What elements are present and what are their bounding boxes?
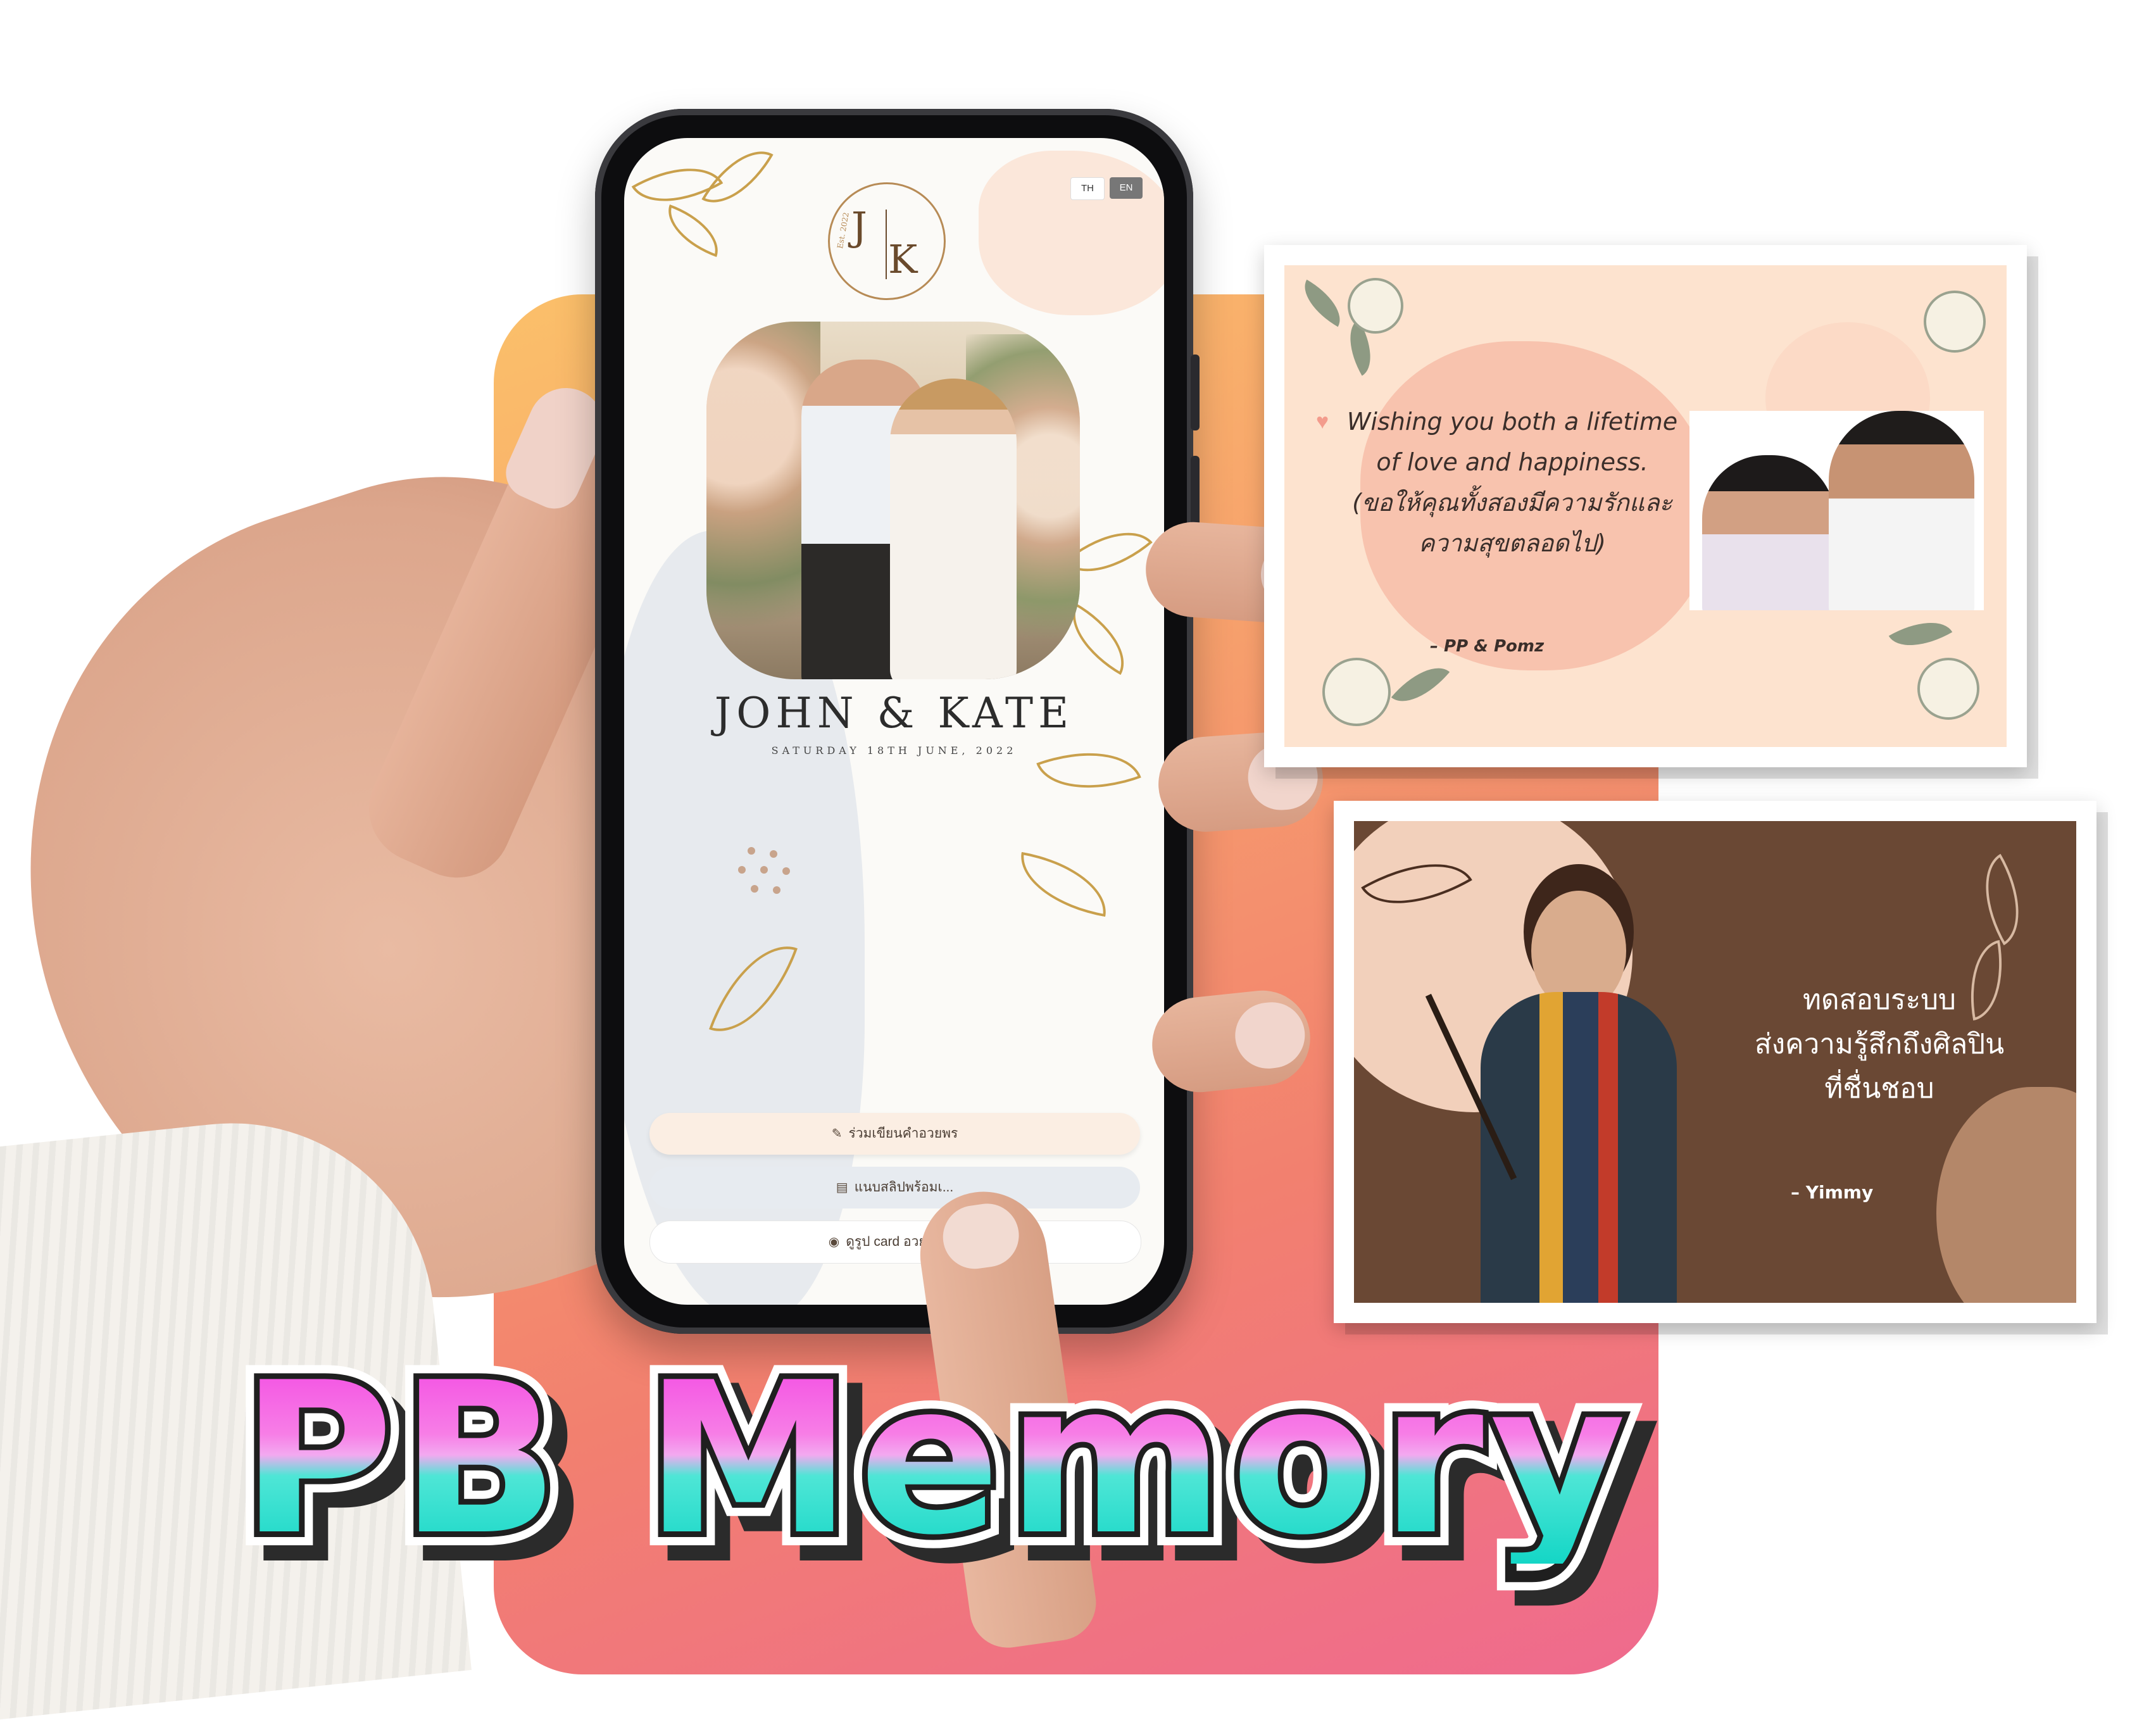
view-cards-button[interactable]: ◉ ดูรูป card อวยพรทั้... <box>649 1221 1141 1264</box>
wish-message: Wishing you both a lifetime of love and … <box>1346 408 1678 557</box>
wish-card-thai: ทดสอบระบบ ส่งความรู้สึกถึงศิลปิน ที่ชื่น… <box>1334 801 2096 1323</box>
sender-photo <box>1689 411 1984 610</box>
attach-slip-button[interactable]: ▤ แนบสลิปพร้อมเ... <box>649 1167 1140 1208</box>
phone-screen: TH EN J K Est. 2022 JOHN & KATE SATURDAY… <box>624 138 1164 1305</box>
couple-photo <box>706 322 1080 679</box>
wish-message: ทดสอบระบบ ส่งความรู้สึกถึงศิลปิน ที่ชื่น… <box>1754 984 2005 1105</box>
eye-icon: ◉ <box>828 1235 840 1249</box>
wish-card-background: ♥ Wishing you both a lifetime of love an… <box>1284 265 2007 747</box>
leaf-decoration <box>1888 607 1953 661</box>
monogram-logo: J K Est. 2022 <box>828 182 946 300</box>
smartphone: TH EN J K Est. 2022 JOHN & KATE SATURDAY… <box>595 109 1193 1334</box>
gold-leaf-decoration <box>1013 851 1114 917</box>
figure-robe <box>1481 992 1677 1303</box>
wish-signature: – PP & Pomz <box>1430 637 1545 656</box>
attach-slip-label: แนบสลิปพร้อมเ... <box>854 1180 954 1195</box>
monogram-divider <box>886 210 887 279</box>
flower-decoration <box>1917 658 1979 720</box>
pen-icon: ✎ <box>831 1127 843 1141</box>
language-toggle-en[interactable]: EN <box>1110 177 1143 199</box>
person-figure <box>1702 455 1835 610</box>
decorative-blob <box>979 151 1164 315</box>
monogram-letter-k: K <box>888 236 918 282</box>
wish-signature: – Yimmy <box>1791 1182 1874 1203</box>
monogram-letter-j: J <box>851 203 867 249</box>
gold-leaf-decoration <box>1036 731 1141 810</box>
leaf-decoration <box>1963 853 2041 946</box>
wish-card-background: ทดสอบระบบ ส่งความรู้สึกถึงศิลปิน ที่ชื่น… <box>1354 821 2076 1303</box>
flower-decoration <box>1348 278 1403 334</box>
phone-side-button <box>1191 355 1200 430</box>
couple-names: JOHN & KATE <box>714 689 1074 738</box>
person-figure <box>1829 411 1974 610</box>
language-toggle-th[interactable]: TH <box>1070 177 1105 200</box>
write-wishes-label: ร่วมเขียนคำอวยพร <box>848 1126 958 1141</box>
gold-leaf-decoration <box>658 204 729 258</box>
leaf-decoration <box>1391 653 1450 716</box>
decorative-blob <box>1936 1087 2076 1303</box>
bride-figure <box>890 379 1017 679</box>
monogram-est: Est. 2022 <box>836 211 851 249</box>
flower-decoration <box>1924 291 1986 353</box>
wish-card-english: ♥ Wishing you both a lifetime of love an… <box>1264 245 2027 767</box>
flower-decoration <box>1322 658 1391 726</box>
write-wishes-button[interactable]: ✎ ร่วมเขียนคำอวยพร <box>649 1113 1140 1155</box>
brand-title: PB Memory <box>241 1338 1633 1581</box>
leaf-decoration <box>1294 279 1351 327</box>
phone-side-button <box>1191 456 1200 532</box>
dots-decoration <box>735 847 798 904</box>
heart-icon: ♥ <box>1316 410 1329 434</box>
receipt-icon: ▤ <box>836 1181 848 1195</box>
wedding-date: SATURDAY 18TH JUNE, 2022 <box>771 744 1017 756</box>
artist-illustration <box>1425 872 1677 1303</box>
